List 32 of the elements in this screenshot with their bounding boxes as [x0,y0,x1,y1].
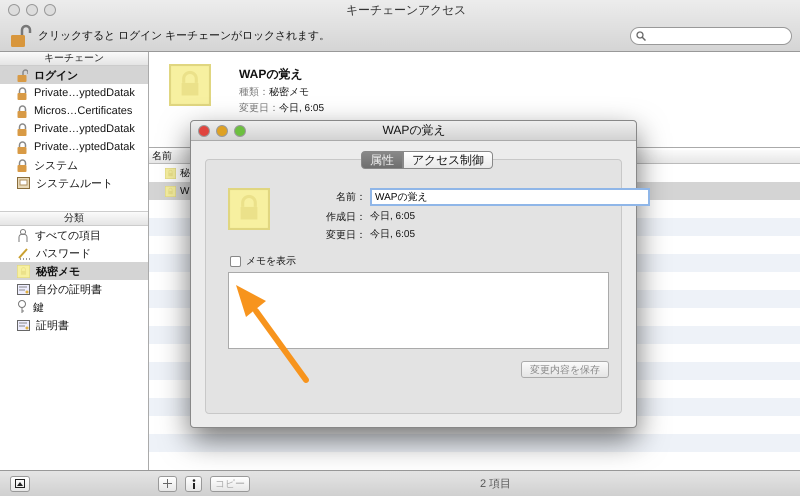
item-label: すべての項目 [35,228,101,242]
item-label: 証明書 [36,318,69,332]
kind-value: 秘密メモ [269,86,309,99]
item-label: 自分の証明書 [36,282,102,296]
item-count: 2 項目 [480,477,512,491]
item-label: システム [34,158,78,172]
dialog-title: WAPの覚え [382,122,446,139]
modified-label: 変更日： [239,102,279,115]
lock-message: クリックすると ログイン キーチェーンがロックされます。 [38,29,332,43]
item-label: Private…yptedDatak [34,141,135,153]
name-label: 名前： [335,191,367,204]
row-name: W [180,186,190,196]
item-label: ログイン [34,68,78,82]
item-label: Private…yptedDatak [34,87,135,99]
checkbox-label: メモを表示 [246,254,296,268]
item-label: 鍵 [33,300,44,314]
window-title: キーチェーンアクセス [345,2,467,18]
item-label: Micros…Certificates [34,105,132,117]
created-label: 作成日： [325,210,367,224]
modified-value: 今日, 6:05 [370,228,416,242]
item-label: パスワード [36,246,91,260]
row-name: 秘 [180,167,190,180]
section-header: キーチェーン [0,52,148,66]
kind-label: 種類： [239,86,269,99]
modified-value: 今日, 6:05 [279,102,324,115]
item-label: Private…yptedDatak [34,123,135,135]
item-label: システムルート [36,176,113,190]
section-header: 分類 [0,212,148,226]
item-title: WAPの覚え [239,66,304,83]
item-label: 秘密メモ [36,264,80,278]
modified-label: 変更日： [325,228,367,242]
created-value: 今日, 6:05 [370,210,416,224]
